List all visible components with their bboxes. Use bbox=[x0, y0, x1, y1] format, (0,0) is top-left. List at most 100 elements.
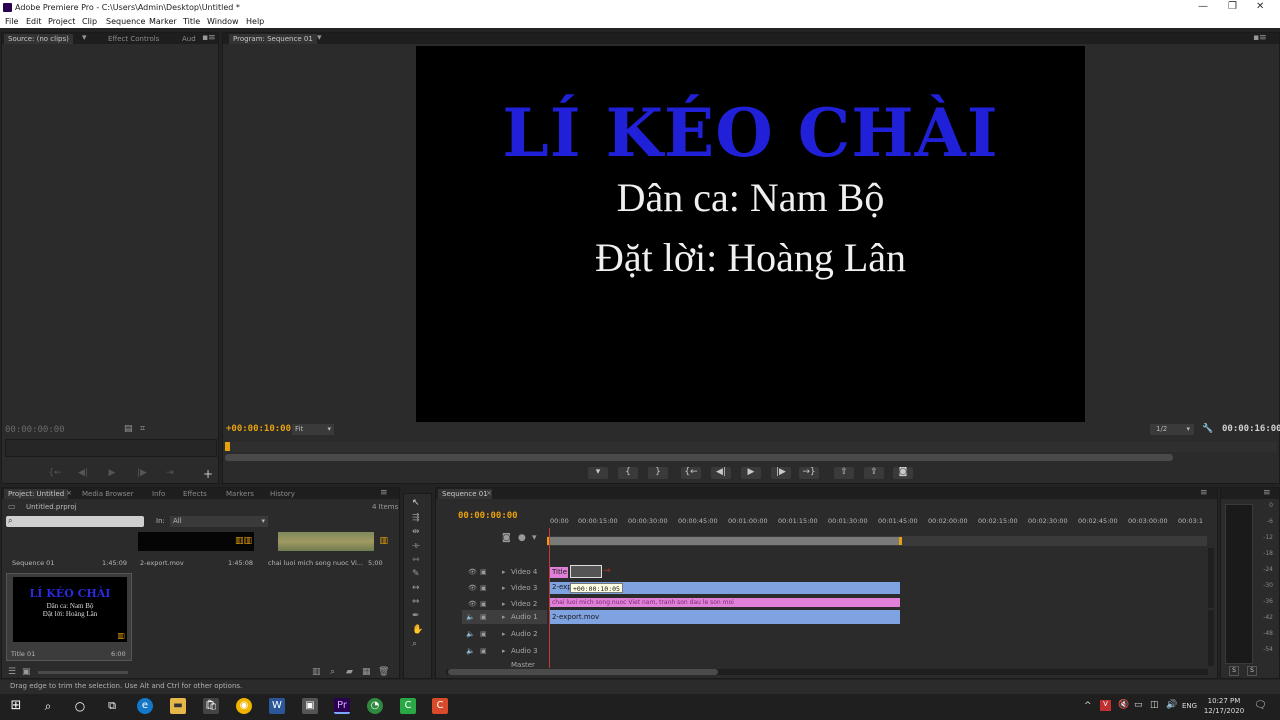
eye-icon[interactable]: 👁 bbox=[468, 583, 477, 593]
lock-icon[interactable]: ▣ bbox=[480, 646, 487, 656]
mark-in-button[interactable]: { bbox=[618, 467, 638, 479]
maximize-button[interactable]: ❐ bbox=[1228, 1, 1237, 12]
step-back-button[interactable]: ◀| bbox=[711, 467, 731, 479]
expand-track-icon[interactable]: ▸ bbox=[502, 583, 506, 593]
menu-window[interactable]: Window bbox=[207, 17, 239, 26]
chrome-icon[interactable]: ◉ bbox=[236, 698, 252, 714]
app-icon[interactable]: ▣ bbox=[302, 698, 318, 714]
menu-help[interactable]: Help bbox=[246, 17, 264, 26]
source-insert-button[interactable]: ⇥ bbox=[163, 468, 177, 479]
playback-resolution-select[interactable]: 1/2 ▾ bbox=[1150, 424, 1194, 435]
work-area-range[interactable] bbox=[547, 537, 902, 545]
camtasia-icon[interactable]: C bbox=[400, 698, 416, 714]
icon-view-icon[interactable]: ▣ bbox=[22, 667, 31, 677]
hand-tool-icon[interactable]: ✋ bbox=[412, 625, 423, 635]
speaker-icon[interactable]: 🔈 bbox=[466, 629, 475, 639]
automate-icon[interactable]: ▥ bbox=[312, 667, 321, 677]
go-to-in-button[interactable]: {← bbox=[681, 467, 701, 479]
project-item-sequence[interactable]: Sequence 01 1:45:09 bbox=[6, 532, 132, 572]
project-search-input[interactable]: ⌕ bbox=[6, 516, 144, 527]
notification-icon[interactable]: 🗨 bbox=[1254, 700, 1267, 711]
razor-tool-icon[interactable]: ✎ bbox=[412, 569, 420, 579]
title-clip[interactable]: Title bbox=[550, 567, 568, 578]
expand-track-icon[interactable]: ▸ bbox=[502, 612, 506, 622]
thumbnail-size-slider[interactable] bbox=[38, 671, 128, 674]
meters-panel-menu-icon[interactable]: ≡ bbox=[1263, 488, 1271, 498]
speaker-icon[interactable]: 🔊 bbox=[1166, 700, 1177, 710]
clock-date[interactable]: 12/17/2020 bbox=[1202, 707, 1246, 715]
tab-effect-controls[interactable]: Effect Controls bbox=[104, 34, 163, 44]
tray-app-icon[interactable]: V bbox=[1100, 700, 1111, 711]
snap-icon[interactable]: ◙ bbox=[502, 533, 511, 543]
eye-icon[interactable]: 👁 bbox=[468, 599, 477, 609]
play-button[interactable]: ▶ bbox=[741, 467, 761, 479]
work-area-bar[interactable] bbox=[547, 536, 1207, 546]
source-output-icon[interactable]: ⌗ bbox=[140, 424, 145, 434]
project-panel-menu-icon[interactable]: ≡ bbox=[380, 488, 388, 498]
source-step-back-button[interactable]: ◀| bbox=[76, 468, 90, 479]
lock-icon[interactable]: ▣ bbox=[480, 612, 487, 622]
task-view-icon[interactable]: ⧉ bbox=[104, 698, 120, 714]
battery-icon[interactable]: ▭ bbox=[1134, 700, 1143, 710]
source-settings-icon[interactable]: ▤ bbox=[124, 424, 133, 434]
lift-button[interactable]: ⇧ bbox=[834, 467, 854, 479]
source-scrub-bar[interactable] bbox=[5, 439, 217, 457]
tab-audio-mixer[interactable]: Aud bbox=[178, 34, 200, 44]
program-menu-icon[interactable]: ▾ bbox=[317, 33, 322, 43]
lock-icon[interactable]: ▣ bbox=[480, 567, 487, 577]
project-item-title[interactable]: LÍ KÉO CHÀI Dân ca: Nam Bộ Đặt lời: Hoàn… bbox=[6, 573, 132, 661]
video-tracks-scrollbar[interactable] bbox=[1208, 548, 1214, 608]
timeline-ruler[interactable]: 00:00 00:00:15:00 00:00:30:00 00:00:45:0… bbox=[548, 516, 1208, 528]
premiere-taskbar-icon[interactable]: Pr bbox=[334, 698, 350, 714]
zoom-fit-select[interactable]: Fit ▾ bbox=[292, 424, 334, 435]
source-menu-icon[interactable]: ▾ bbox=[82, 33, 87, 43]
audio1-clip[interactable]: 2-export.mov bbox=[550, 610, 900, 624]
find-icon[interactable]: ⌕ bbox=[330, 667, 335, 677]
wrench-icon[interactable]: 🔧 bbox=[1202, 424, 1213, 434]
list-view-icon[interactable]: ☰ bbox=[8, 667, 16, 677]
rolling-edit-tool-icon[interactable]: ⟛ bbox=[412, 541, 420, 551]
menu-title[interactable]: Title bbox=[183, 17, 200, 26]
tab-info[interactable]: Info bbox=[148, 489, 169, 499]
close-tab-icon[interactable]: × bbox=[486, 488, 492, 498]
source-step-forward-button[interactable]: |▶ bbox=[135, 468, 149, 479]
lock-icon[interactable]: ▣ bbox=[480, 629, 487, 639]
trash-icon[interactable]: 🗑 bbox=[378, 667, 389, 677]
timeline-panel-menu-icon[interactable]: ≡ bbox=[1200, 488, 1208, 498]
tab-source[interactable]: Source: (no clips) bbox=[4, 34, 73, 44]
tab-media-browser[interactable]: Media Browser bbox=[78, 489, 138, 499]
file-explorer-icon[interactable]: ▬ bbox=[170, 698, 186, 714]
store-icon[interactable]: 🛍 bbox=[203, 698, 219, 714]
timeline-timecode[interactable]: 00:00:00:00 bbox=[458, 511, 518, 521]
minimize-button[interactable]: — bbox=[1198, 1, 1208, 12]
word-icon[interactable]: W bbox=[269, 698, 285, 714]
expand-track-icon[interactable]: ▸ bbox=[502, 599, 506, 609]
tab-effects[interactable]: Effects bbox=[179, 489, 211, 499]
green-app-icon[interactable]: ◔ bbox=[367, 698, 383, 714]
menu-marker[interactable]: Marker bbox=[149, 17, 177, 26]
expand-track-icon[interactable]: ▸ bbox=[502, 629, 506, 639]
tab-markers[interactable]: Markers bbox=[222, 489, 258, 499]
selection-tool-icon[interactable]: ↖ bbox=[412, 498, 420, 508]
project-item-export-mov[interactable]: ▥▥ 2-export.mov 1:45:08 bbox=[136, 532, 258, 572]
tab-history[interactable]: History bbox=[266, 489, 299, 499]
lock-icon[interactable]: ▣ bbox=[480, 583, 487, 593]
export-frame-camera-icon[interactable]: ◙ bbox=[893, 467, 913, 479]
zoom-tool-icon[interactable]: ⌕ bbox=[412, 639, 417, 649]
solo-left-button[interactable]: S bbox=[1229, 666, 1239, 676]
solo-right-button[interactable]: S bbox=[1247, 666, 1257, 676]
tab-program[interactable]: Program: Sequence 01 bbox=[229, 34, 317, 44]
expand-track-icon[interactable]: ▸ bbox=[502, 567, 506, 577]
step-forward-button[interactable]: |▶ bbox=[771, 467, 791, 479]
eye-icon[interactable]: 👁 bbox=[468, 567, 477, 577]
add-marker-icon[interactable]: ▾ bbox=[532, 533, 537, 543]
add-marker-button[interactable]: ▾ bbox=[588, 467, 608, 479]
cortana-icon[interactable]: ○ bbox=[72, 698, 88, 714]
tab-sequence[interactable]: Sequence 01 bbox=[438, 489, 492, 499]
ripple-edit-tool-icon[interactable]: ⇹ bbox=[412, 527, 420, 537]
tray-chevron-icon[interactable]: ^ bbox=[1084, 701, 1092, 711]
windows-start-icon[interactable]: ⊞ bbox=[8, 698, 24, 714]
menu-sequence[interactable]: Sequence bbox=[106, 17, 145, 26]
recorder-icon[interactable]: C bbox=[432, 698, 448, 714]
network-icon[interactable]: ◫ bbox=[1150, 700, 1159, 710]
